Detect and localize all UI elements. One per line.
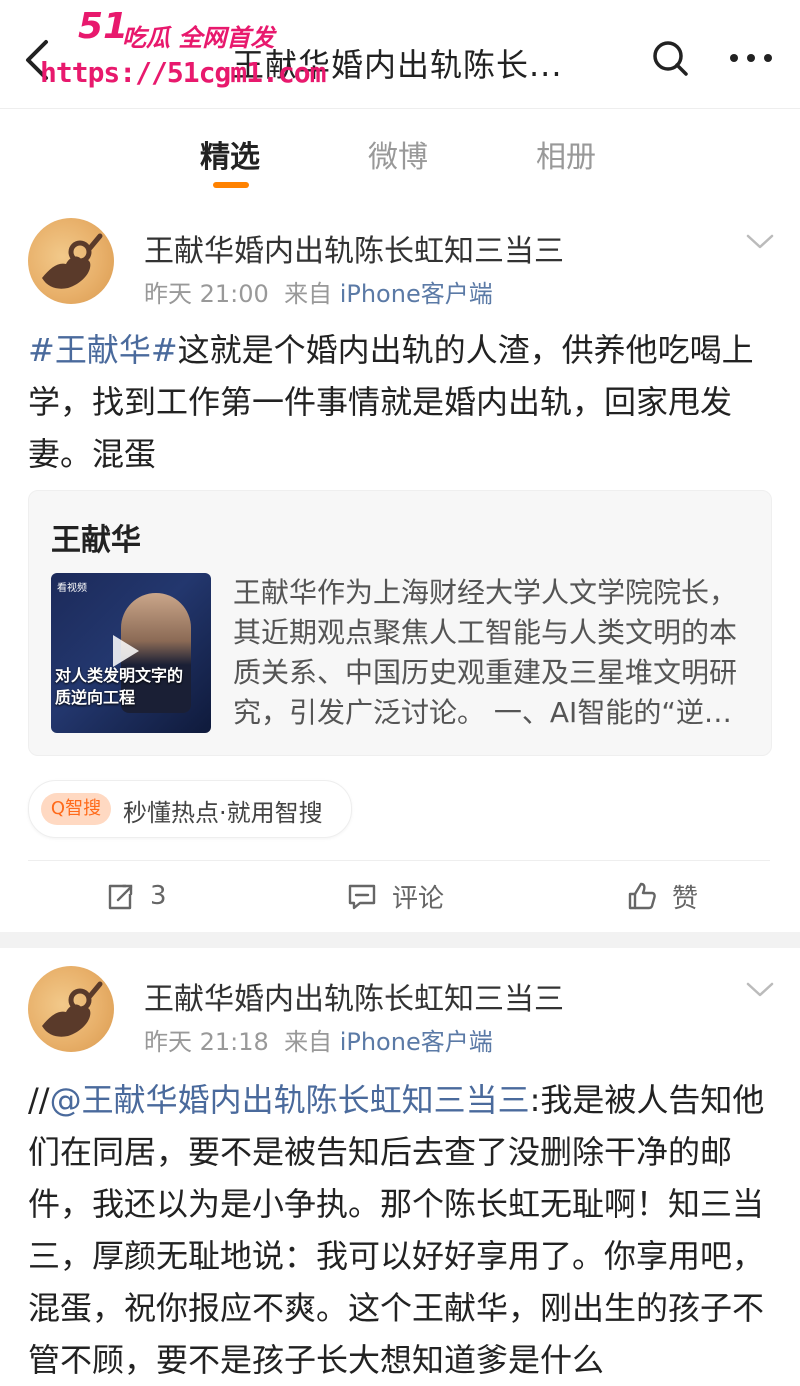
chevron-down-icon[interactable]	[744, 232, 776, 252]
thumb-logo: 看视频	[57, 583, 87, 594]
active-tab-indicator	[213, 182, 249, 188]
post-separator	[0, 932, 800, 948]
card-description: 王献华作为上海财经大学人文学院院长，其近期观点聚焦人工智能与人类文明的本质关系、…	[233, 576, 738, 729]
author-name[interactable]: 王献华婚内出轨陈长虹知三当三	[144, 974, 564, 1018]
post-time: 昨天 21:00	[144, 280, 269, 308]
post-source: iPhone客户端	[339, 280, 493, 308]
chevron-down-icon[interactable]	[744, 980, 776, 1000]
repost-prefix: //	[28, 1081, 50, 1119]
top-bar: 王献华婚内出轨陈长... 51 吃瓜 全网首发 https://51cgm1.c…	[0, 0, 800, 109]
hashtag-link[interactable]: #王献华#	[28, 331, 178, 369]
divider	[28, 860, 770, 861]
thumb-caption: 对人类发明文字的 质逆向工程	[55, 665, 183, 709]
smart-search-badge: Q智搜	[41, 793, 111, 825]
post-from: 来自	[284, 280, 333, 308]
hand-gesture-icon	[42, 233, 103, 289]
post-meta: 昨天 21:18 来自 iPhone客户端	[144, 1022, 493, 1057]
like-button[interactable]: 赞	[626, 876, 698, 916]
watermark-logo: 51 吃瓜 全网首发	[0, 6, 310, 52]
watermark-slogan: 吃瓜 全网首发	[122, 24, 275, 52]
thumb-caption-line-2: 质逆向工程	[55, 688, 136, 707]
avatar[interactable]	[28, 966, 114, 1052]
post-body: //@王献华婚内出轨陈长虹知三当三:我是被人告知他们在同居，要不是被告知后去查了…	[28, 1074, 772, 1386]
post-actions: 3 评论 赞	[0, 862, 800, 932]
avatar[interactable]	[28, 218, 114, 304]
post-from: 来自	[284, 1028, 333, 1056]
watermark-url: https://51cgm1.com	[40, 56, 326, 89]
tab-album[interactable]: 相册	[536, 132, 596, 176]
hand-gesture-icon	[42, 981, 103, 1037]
play-icon	[113, 635, 139, 667]
watermark-brand: 51	[78, 6, 129, 47]
search-button[interactable]	[650, 38, 690, 78]
repost-count: 3	[150, 881, 167, 911]
post-card: 王献华婚内出轨陈长虹知三当三 昨天 21:18 来自 iPhone客户端 //@…	[0, 948, 800, 1379]
tab-bar: 精选 微博 相册	[0, 108, 800, 197]
post-time: 昨天 21:18	[144, 1028, 269, 1056]
smart-search-pill[interactable]: Q智搜 秒懂热点·就用智搜	[28, 780, 352, 838]
author-name[interactable]: 王献华婚内出轨陈长虹知三当三	[144, 226, 564, 270]
post-source: iPhone客户端	[339, 1028, 493, 1056]
post-meta: 昨天 21:00 来自 iPhone客户端	[144, 274, 493, 309]
like-icon	[628, 882, 656, 910]
topic-card[interactable]: 王献华 看视频 对人类发明文字的 质逆向工程 王献华作为上海财经大学人文学院院长…	[28, 490, 772, 756]
like-label: 赞	[672, 883, 699, 914]
more-button[interactable]	[726, 38, 776, 78]
comment-label: 评论	[392, 883, 445, 914]
tab-weibo[interactable]: 微博	[368, 132, 428, 176]
mention-link[interactable]: @王献华婚内出轨陈长虹知三当三	[50, 1081, 530, 1119]
comment-button[interactable]: 评论	[346, 876, 444, 916]
card-title: 王献华	[51, 523, 141, 558]
post-body: #王献华#这就是个婚内出轨的人渣，供养他吃喝上学，找到工作第一件事情就是婚内出轨…	[28, 324, 772, 480]
repost-icon	[108, 884, 133, 910]
comment-icon	[348, 884, 376, 910]
smart-search-text: 秒懂热点·就用智搜	[123, 799, 323, 827]
post-body-text: :我是被人告知他们在同居，要不是被告知后去查了没删除干净的邮件，我还以为是小争执…	[28, 1081, 765, 1379]
search-icon	[653, 41, 688, 76]
post-card: 王献华婚内出轨陈长虹知三当三 昨天 21:00 来自 iPhone客户端 #王献…	[0, 196, 800, 932]
repost-button[interactable]: 3	[104, 876, 167, 916]
tab-featured[interactable]: 精选	[200, 132, 260, 176]
thumb-caption-line-1: 对人类发明文字的	[55, 666, 184, 685]
more-icon	[730, 54, 772, 62]
video-thumbnail[interactable]: 看视频 对人类发明文字的 质逆向工程	[51, 573, 211, 733]
